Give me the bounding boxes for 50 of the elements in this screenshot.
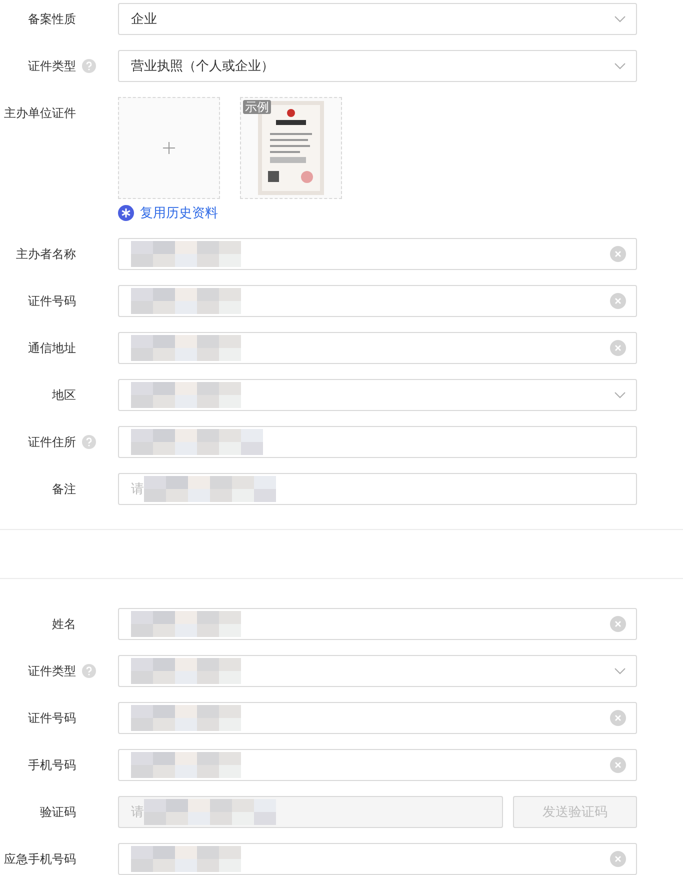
field-label: 应急手机号码 (3, 850, 76, 868)
chevron-down-icon (614, 666, 626, 674)
field-label: 备注 (51, 480, 76, 498)
input-field[interactable] (118, 426, 637, 458)
field-label: 姓名 (51, 616, 76, 632)
clear-icon[interactable] (610, 756, 626, 772)
help-icon[interactable] (82, 434, 96, 448)
clear-icon[interactable] (610, 292, 626, 308)
field-label: 证件类型 (27, 58, 76, 75)
placeholder-text: 请 (131, 480, 144, 498)
field-value: 企业 (131, 10, 157, 28)
star-icon (118, 204, 134, 221)
clear-icon[interactable] (610, 616, 626, 632)
select-field[interactable]: 营业执照（个人或企业） (118, 50, 637, 82)
reuse-history-link[interactable]: 复用历史资料 (140, 203, 218, 222)
chevron-down-icon (614, 390, 626, 398)
sample-badge: 示例 (243, 100, 271, 114)
field-label: 证件号码 (27, 292, 76, 310)
input-field[interactable] (118, 238, 637, 270)
field-label: 证件住所 (27, 434, 76, 450)
input-field[interactable] (118, 608, 637, 640)
field-value: 营业执照（个人或企业） (131, 57, 274, 76)
field-label: 地区 (51, 386, 76, 404)
clear-icon[interactable] (610, 246, 626, 262)
input-field[interactable] (118, 842, 637, 874)
select-field[interactable] (118, 654, 637, 686)
upload-button[interactable] (118, 97, 220, 199)
chevron-down-icon (614, 62, 626, 70)
clear-icon[interactable] (610, 710, 626, 726)
field-label: 手机号码 (27, 756, 76, 774)
placeholder-text: 请 (131, 802, 144, 821)
field-label: 通信地址 (27, 340, 76, 356)
field-label: 主办单位证件 (3, 105, 76, 122)
field-label: 主办者名称 (15, 246, 76, 262)
field-label: 验证码 (39, 804, 76, 820)
field-label: 证件号码 (27, 710, 76, 726)
clear-icon[interactable] (610, 340, 626, 356)
clear-icon[interactable] (610, 850, 626, 866)
input-field[interactable] (118, 748, 637, 780)
plus-icon (163, 142, 175, 154)
select-field[interactable] (118, 378, 637, 410)
input-field[interactable] (118, 702, 637, 734)
field-label: 备案性质 (27, 11, 76, 28)
select-field[interactable]: 企业 (118, 3, 637, 35)
help-icon[interactable] (82, 59, 96, 73)
input-field[interactable] (118, 332, 637, 364)
field-label: 证件类型 (27, 662, 76, 680)
help-icon[interactable] (82, 664, 96, 678)
chevron-down-icon (614, 15, 626, 23)
input-field[interactable] (118, 284, 637, 316)
